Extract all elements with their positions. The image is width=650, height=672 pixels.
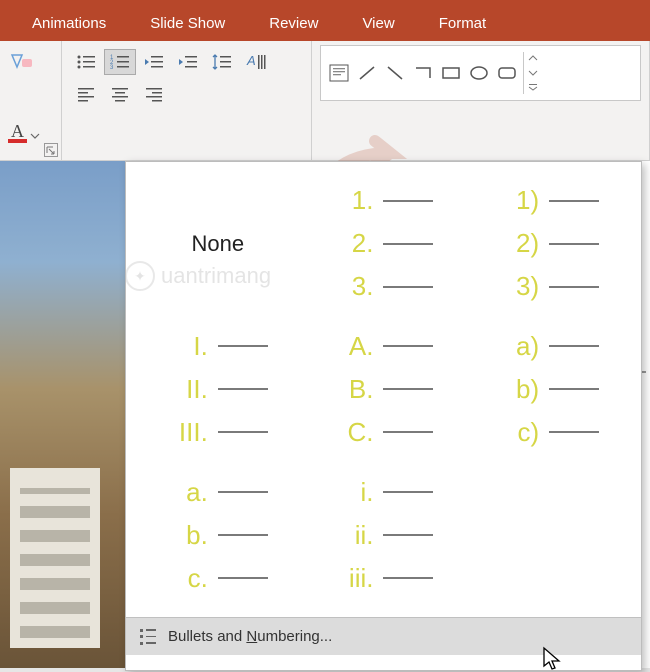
- numbering-dropdown: None 1. 2. 3. 1) 2) 3) I. II.: [125, 161, 642, 671]
- decrease-indent-button[interactable]: [138, 49, 170, 75]
- align-left-button[interactable]: [70, 81, 102, 107]
- shape-line-diag2[interactable]: [383, 61, 407, 85]
- font-dialog-launcher[interactable]: [44, 143, 58, 157]
- shape-oval[interactable]: [467, 61, 491, 85]
- shapes-gallery[interactable]: [320, 45, 641, 101]
- tab-view[interactable]: View: [340, 5, 416, 41]
- bullets-numbering-menu-item[interactable]: Bullets and Numbering...: [126, 617, 641, 655]
- tab-slide-show[interactable]: Slide Show: [128, 5, 247, 41]
- shape-rectangle[interactable]: [439, 61, 463, 85]
- line-spacing-button[interactable]: [206, 49, 238, 75]
- font-color-button[interactable]: A: [8, 123, 53, 143]
- numbering-option-roman-lower[interactable]: i. ii. iii.: [306, 467, 462, 603]
- shapes-gallery-more[interactable]: [523, 52, 541, 94]
- building-graphic: [10, 468, 100, 648]
- numbering-option-alpha-upper[interactable]: A. B. C.: [306, 322, 462, 458]
- tab-review[interactable]: Review: [247, 5, 340, 41]
- font-color-glyph: A: [8, 123, 27, 143]
- slide-image-left: [0, 161, 135, 668]
- ribbon-group-font: A: [0, 41, 62, 160]
- align-right-button[interactable]: [138, 81, 170, 107]
- numbering-option-alpha-lower-paren[interactable]: a) b) c): [471, 322, 627, 458]
- bullets-numbering-label: Bullets and Numbering...: [168, 628, 332, 645]
- numbering-button[interactable]: 123: [104, 49, 136, 75]
- shape-textbox[interactable]: [327, 61, 351, 85]
- numbering-option-roman-upper[interactable]: I. II. III.: [140, 322, 296, 458]
- ribbon-tabs: Animations Slide Show Review View Format: [0, 5, 650, 41]
- clear-formatting-button[interactable]: [8, 49, 36, 75]
- align-center-button[interactable]: [104, 81, 136, 107]
- shape-line-diag[interactable]: [355, 61, 379, 85]
- ribbon-group-paragraph: 123 A: [62, 41, 312, 160]
- shape-rounded-rect[interactable]: [495, 61, 519, 85]
- numbering-option-empty: [471, 467, 627, 603]
- increase-indent-button[interactable]: [172, 49, 204, 75]
- svg-text:A: A: [246, 53, 256, 68]
- svg-text:3: 3: [110, 65, 114, 71]
- mouse-cursor-icon: [541, 646, 563, 672]
- tab-animations[interactable]: Animations: [10, 5, 128, 41]
- tab-format[interactable]: Format: [417, 5, 509, 41]
- chevron-down-icon[interactable]: [30, 128, 40, 138]
- text-direction-button[interactable]: A: [240, 49, 272, 75]
- shape-connector[interactable]: [411, 61, 435, 85]
- numbering-option-alpha-lower-period[interactable]: a. b. c.: [140, 467, 296, 603]
- numbering-option-arabic-paren[interactable]: 1) 2) 3): [471, 176, 627, 312]
- numbering-option-none[interactable]: None: [140, 176, 296, 312]
- bullets-numbering-icon: [140, 629, 158, 645]
- bullets-button[interactable]: [70, 49, 102, 75]
- numbering-option-arabic-period[interactable]: 1. 2. 3.: [306, 176, 462, 312]
